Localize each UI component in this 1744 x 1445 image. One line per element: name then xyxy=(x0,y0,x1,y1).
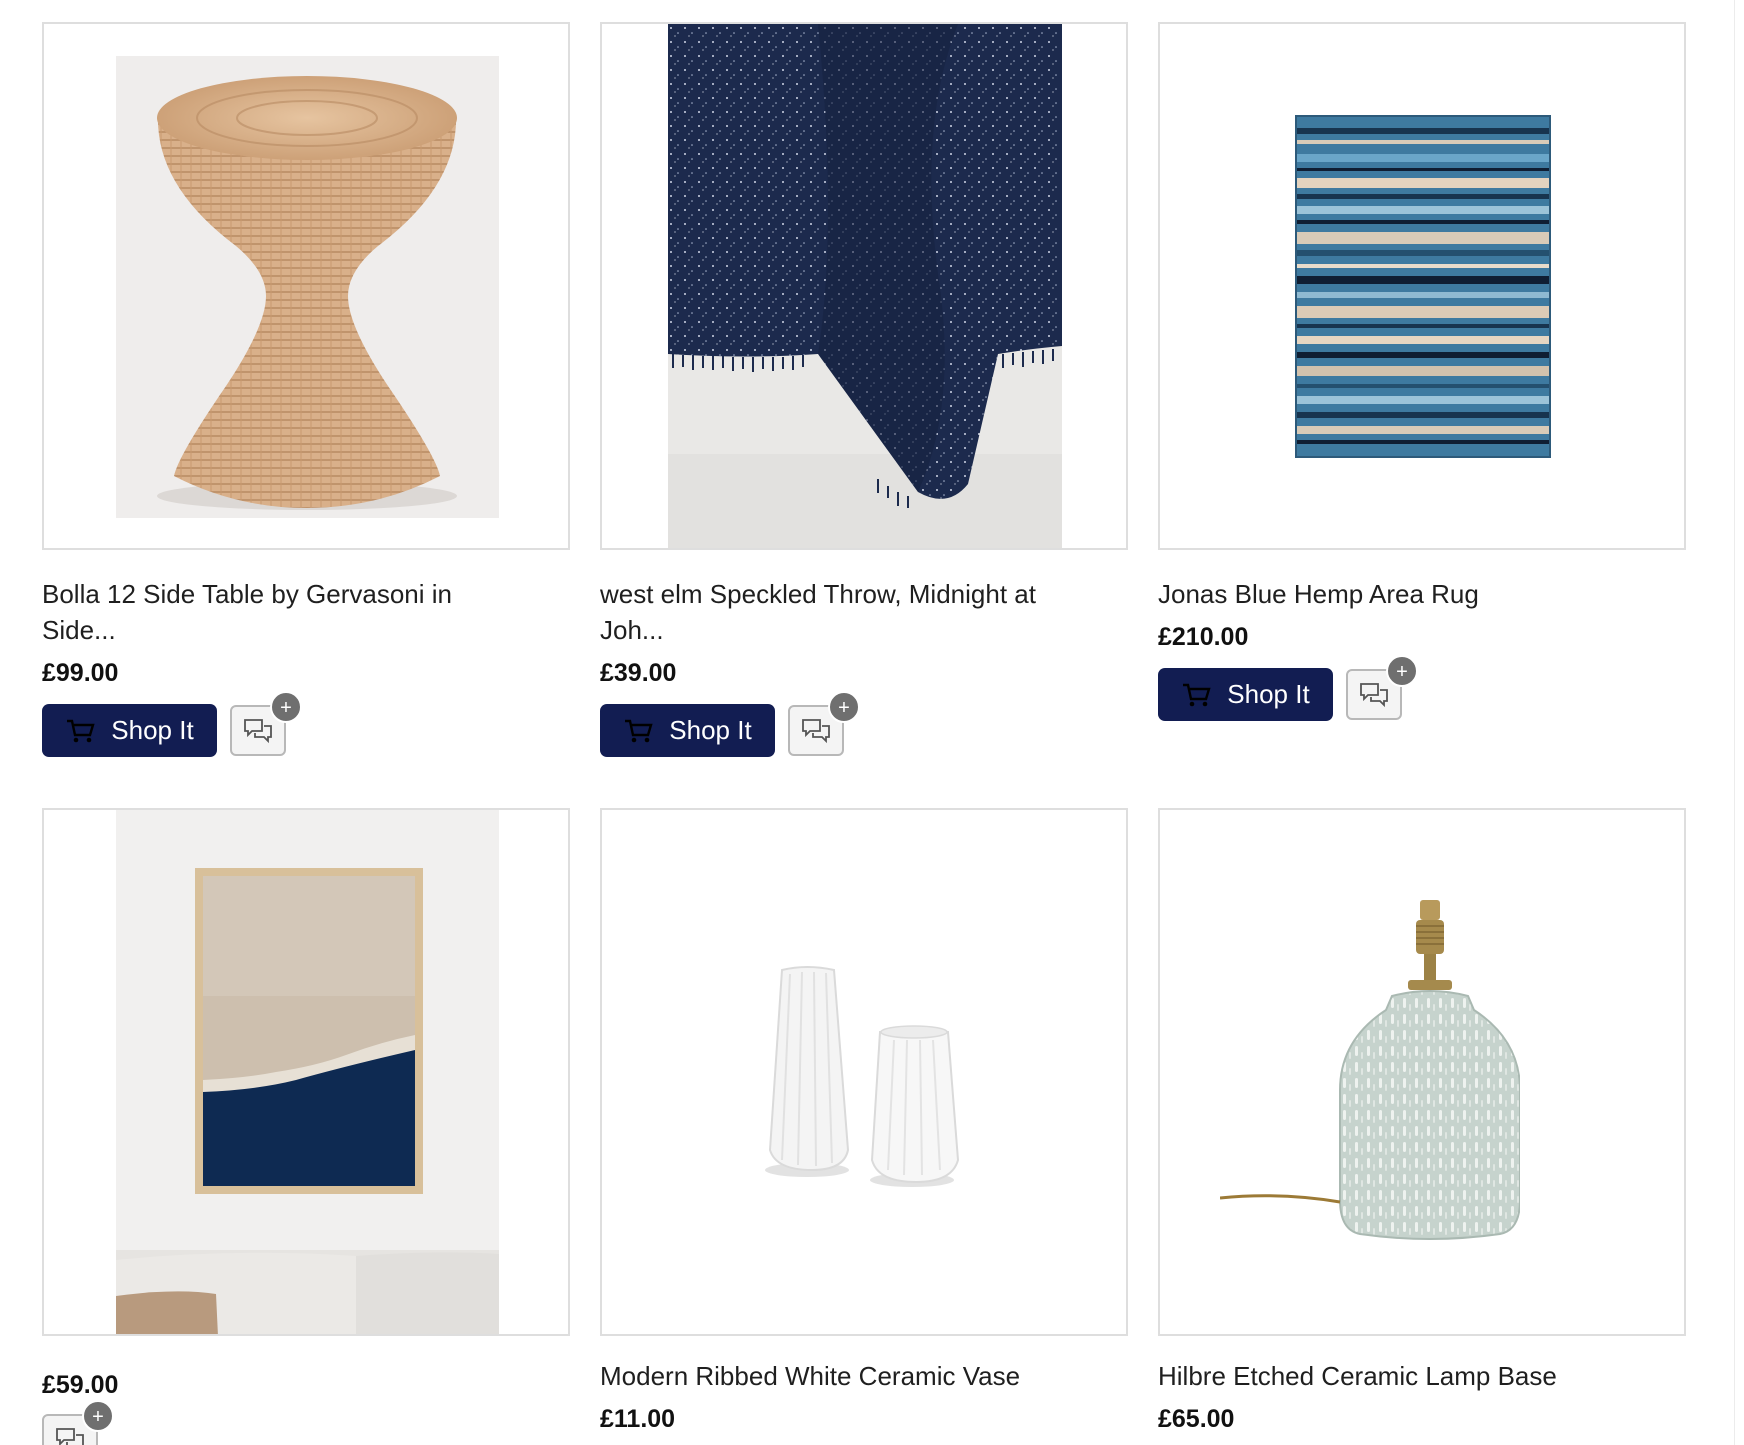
plus-icon[interactable]: + xyxy=(270,691,302,723)
product-card: west elm Speckled Throw, Midnight at Joh… xyxy=(600,22,1128,757)
comment-button[interactable]: + xyxy=(788,691,860,756)
cart-icon xyxy=(67,719,95,742)
cart-icon xyxy=(625,719,653,742)
product-image-link[interactable] xyxy=(1158,808,1686,1336)
product-price: £11.00 xyxy=(600,1405,676,1433)
shop-it-button[interactable]: Shop It xyxy=(600,704,775,757)
product-title[interactable]: west elm Speckled Throw, Midnight at Joh… xyxy=(600,576,1060,648)
comment-button[interactable]: + xyxy=(230,691,302,756)
product-card: Jonas Blue Hemp Area Rug £210.00 Shop It… xyxy=(1158,22,1686,721)
comment-button[interactable]: + xyxy=(42,1400,114,1445)
shop-it-button[interactable]: Shop It xyxy=(1158,668,1333,721)
framed-beach-art-print-image xyxy=(116,810,499,1334)
product-card: £59.00 + xyxy=(42,808,570,1445)
shop-it-label: Shop It xyxy=(1227,679,1310,709)
product-actions: Shop It + xyxy=(1158,655,1686,721)
navy-speckled-throw-image xyxy=(668,24,1062,548)
product-image-link[interactable] xyxy=(42,808,570,1336)
product-price: £210.00 xyxy=(1158,623,1249,651)
product-card: Hilbre Etched Ceramic Lamp Base £65.00 xyxy=(1158,808,1686,1436)
product-price: £99.00 xyxy=(42,659,119,687)
etched-ceramic-lamp-base-image xyxy=(1220,900,1520,1240)
product-image-link[interactable] xyxy=(600,22,1128,550)
shop-it-label: Shop It xyxy=(669,715,752,745)
shop-it-button[interactable]: Shop It xyxy=(42,704,217,757)
cart-icon xyxy=(1183,683,1211,706)
comment-button[interactable]: + xyxy=(1346,655,1418,720)
product-title[interactable]: Hilbre Etched Ceramic Lamp Base xyxy=(1158,1358,1618,1394)
product-actions: Shop It + xyxy=(600,691,1128,757)
product-title[interactable]: Modern Ribbed White Ceramic Vase xyxy=(600,1358,1060,1394)
plus-icon[interactable]: + xyxy=(1386,655,1418,687)
product-title[interactable]: Jonas Blue Hemp Area Rug xyxy=(1158,576,1618,612)
product-image-link[interactable] xyxy=(42,22,570,550)
comment-icon xyxy=(1360,682,1388,707)
shop-it-label: Shop It xyxy=(111,715,194,745)
product-price: £65.00 xyxy=(1158,1405,1235,1433)
product-actions: + xyxy=(42,1400,570,1445)
comment-icon xyxy=(56,1427,84,1445)
comment-icon xyxy=(244,718,272,743)
product-card: Bolla 12 Side Table by Gervasoni in Side… xyxy=(42,22,570,757)
blue-striped-rug-image xyxy=(1295,115,1551,458)
comment-icon xyxy=(802,718,830,743)
wicker-side-table-image xyxy=(116,56,499,518)
plus-icon[interactable]: + xyxy=(82,1400,114,1432)
product-grid-page: Bolla 12 Side Table by Gervasoni in Side… xyxy=(0,0,1744,1445)
product-actions: Shop It + xyxy=(42,691,570,757)
product-price: £59.00 xyxy=(42,1371,119,1399)
product-image-link[interactable] xyxy=(1158,22,1686,550)
product-price: £39.00 xyxy=(600,659,677,687)
white-ribbed-vases-image xyxy=(765,966,960,1187)
product-card: Modern Ribbed White Ceramic Vase £11.00 xyxy=(600,808,1128,1436)
plus-icon[interactable]: + xyxy=(828,691,860,723)
scrollbar[interactable] xyxy=(1734,0,1744,1445)
product-title[interactable]: Bolla 12 Side Table by Gervasoni in Side… xyxy=(42,576,502,648)
product-image-link[interactable] xyxy=(600,808,1128,1336)
